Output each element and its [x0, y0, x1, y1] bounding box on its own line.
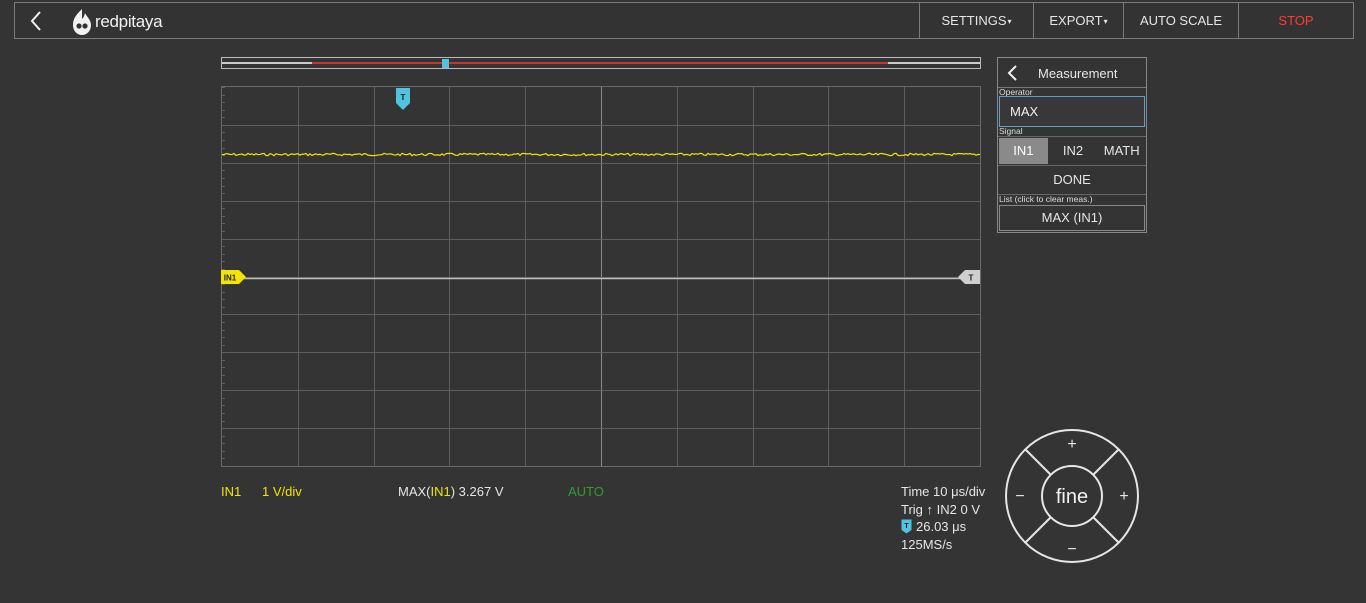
caret-down-icon: ▾: [1103, 17, 1108, 27]
stop-label: STOP: [1278, 13, 1314, 28]
export-label: EXPORT: [1049, 13, 1103, 28]
trig-prefix: Trig: [901, 502, 923, 517]
trigger-source: Trig ↑ IN2 0 V: [901, 502, 980, 517]
signal-in1-button[interactable]: IN1: [999, 138, 1048, 164]
redpitaya-logo: redpitaya: [71, 8, 163, 36]
wheel-divider: [1024, 448, 1052, 476]
settings-menu-button[interactable]: SETTINGS▾: [919, 3, 1033, 38]
control-wheel: + − − + fine: [1005, 429, 1139, 563]
in1-offset-marker[interactable]: IN1: [221, 270, 247, 284]
logo-text: redpitaya: [95, 12, 163, 31]
measurement-panel: Measurement Operator MAX Signal IN1 IN2 …: [997, 57, 1147, 233]
back-arrow-icon[interactable]: [25, 9, 49, 33]
signal-label: Signal: [999, 126, 1023, 136]
timeline-view-segment: [312, 62, 888, 64]
measurement-readout[interactable]: MAX(IN1) 3.267 V: [398, 484, 504, 499]
wheel-divider: [1024, 516, 1052, 544]
measurement-list-item[interactable]: MAX (IN1): [999, 205, 1145, 231]
signal-selector: IN1 IN2 MATH: [998, 136, 1146, 166]
buffer-timeline[interactable]: [221, 57, 981, 69]
trigger-position-marker-label: T: [401, 93, 406, 102]
measurement-header: Measurement: [998, 58, 1146, 88]
vertical-up-button[interactable]: +: [1067, 436, 1076, 453]
wheel-divider: [1092, 448, 1120, 476]
auto-scale-button[interactable]: AUTO SCALE: [1123, 3, 1238, 38]
trigger-offset-value: 26.03 μs: [916, 519, 967, 534]
measurement-channel: IN1: [430, 484, 451, 499]
settings-label: SETTINGS: [941, 13, 1007, 28]
trigger-level-marker[interactable]: T: [958, 270, 981, 284]
trigger-marker-icon-label: T: [904, 523, 909, 530]
oscilloscope-plot[interactable]: [221, 86, 981, 467]
measurement-prefix: MAX(: [398, 484, 431, 499]
plot-canvas: [222, 87, 980, 466]
export-menu-button[interactable]: EXPORT▾: [1033, 3, 1123, 38]
sample-rate: 125MS/s: [901, 537, 953, 552]
trigger-mode: AUTO: [568, 484, 604, 499]
measurement-title: Measurement: [1038, 66, 1118, 81]
back-arrow-icon[interactable]: [1005, 64, 1021, 82]
timeline-right-segment: [888, 62, 980, 64]
in1-offset-marker-label: IN1: [224, 274, 237, 283]
trigger-position-marker[interactable]: T: [395, 87, 411, 111]
vertical-down-button[interactable]: −: [1067, 541, 1076, 558]
channel-scale: 1 V/div: [262, 484, 302, 499]
top-bar: redpitaya SETTINGS▾ EXPORT▾ AUTO SCALE S…: [14, 2, 1354, 39]
done-button[interactable]: DONE: [998, 166, 1146, 195]
stop-button[interactable]: STOP: [1238, 3, 1353, 38]
logo-icon: [73, 9, 91, 35]
signal-in2-button[interactable]: IN2: [1049, 137, 1098, 165]
channel-name[interactable]: IN1: [221, 484, 241, 499]
signal-math-button[interactable]: MATH: [1097, 137, 1146, 165]
fine-button[interactable]: fine: [1056, 486, 1088, 508]
top-menu: SETTINGS▾ EXPORT▾ AUTO SCALE STOP: [919, 3, 1353, 38]
caret-down-icon: ▾: [1007, 17, 1012, 27]
list-label: List (click to clear meas.): [999, 194, 1093, 204]
arrow-up-icon: ↑: [926, 502, 934, 517]
horizontal-left-button[interactable]: −: [1015, 488, 1024, 505]
trig-value: IN2 0 V: [936, 502, 981, 517]
wheel-divider: [1092, 516, 1120, 544]
measurement-value: ) 3.267 V: [450, 484, 504, 499]
trigger-marker-icon: T: [901, 519, 912, 534]
trigger-offset: T 26.03 μs: [901, 519, 966, 534]
timeline-left-segment: [222, 62, 312, 64]
time-per-div: Time 10 μs/div: [901, 484, 986, 499]
trigger-level-marker-label: T: [969, 274, 974, 283]
horizontal-right-button[interactable]: +: [1119, 488, 1128, 505]
operator-select[interactable]: MAX: [999, 96, 1145, 127]
auto-scale-label: AUTO SCALE: [1139, 13, 1223, 28]
timeline-trigger-marker[interactable]: [442, 59, 449, 68]
